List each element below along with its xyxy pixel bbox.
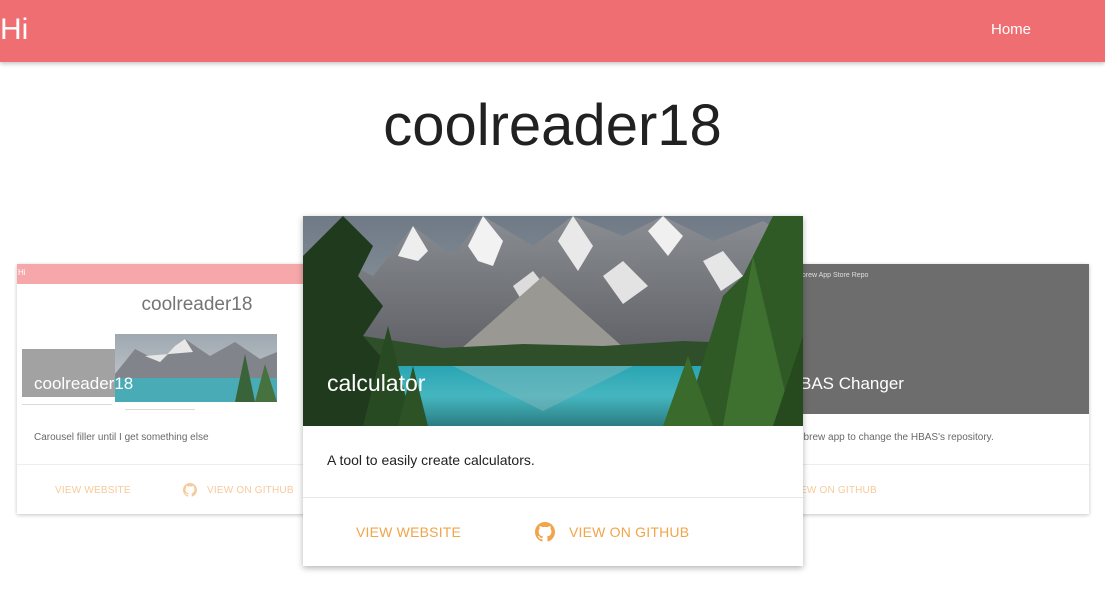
mini-text-line	[22, 404, 112, 405]
view-website-link[interactable]: VIEW WEBSITE	[356, 524, 461, 540]
card-description: A tool to easily create calculators.	[327, 452, 535, 468]
mini-lake-image	[115, 334, 277, 402]
mini-page-title: coolreader18	[141, 294, 253, 315]
nav-home-link[interactable]: Home	[991, 21, 1031, 39]
project-card-active[interactable]: calculator A tool to easily create calcu…	[303, 216, 803, 566]
project-card-left[interactable]: Hi coolreader18 coolreader18 Carousel fi…	[17, 264, 317, 514]
card-title: coolreader18	[34, 374, 134, 393]
brand-logo[interactable]: Hi	[0, 12, 28, 48]
mini-brand: Hi	[18, 268, 26, 277]
mini-navbar: Hi	[17, 264, 317, 284]
github-icon	[535, 522, 555, 542]
card-actions: EW ON GITHUB	[790, 464, 1089, 514]
top-navbar: Hi Home	[0, 0, 1105, 62]
page-title: coolreader18	[383, 93, 722, 158]
card-title: BAS Changer	[800, 374, 904, 393]
card-description: ebrew app to change the HBAS's repositor…	[798, 432, 994, 443]
card-actions: VIEW WEBSITE VIEW ON GITHUB	[17, 464, 317, 514]
view-website-link[interactable]: VIEW WEBSITE	[55, 485, 131, 496]
github-icon	[183, 483, 197, 497]
view-github-link[interactable]: VIEW ON GITHUB	[207, 485, 294, 496]
view-github-link[interactable]: VIEW ON GITHUB	[569, 524, 689, 540]
card-description: Carousel filler until I get something el…	[34, 432, 209, 443]
mini-text-line	[125, 409, 195, 410]
card-actions: VIEW WEBSITE VIEW ON GITHUB	[303, 497, 803, 566]
card-title: calculator	[327, 370, 426, 396]
view-github-link[interactable]: EW ON GITHUB	[800, 485, 877, 496]
card-image-caption: ebrew App Store Repo	[798, 272, 869, 279]
project-card-right[interactable]: ebrew App Store Repo BAS Changer ebrew a…	[790, 264, 1089, 514]
